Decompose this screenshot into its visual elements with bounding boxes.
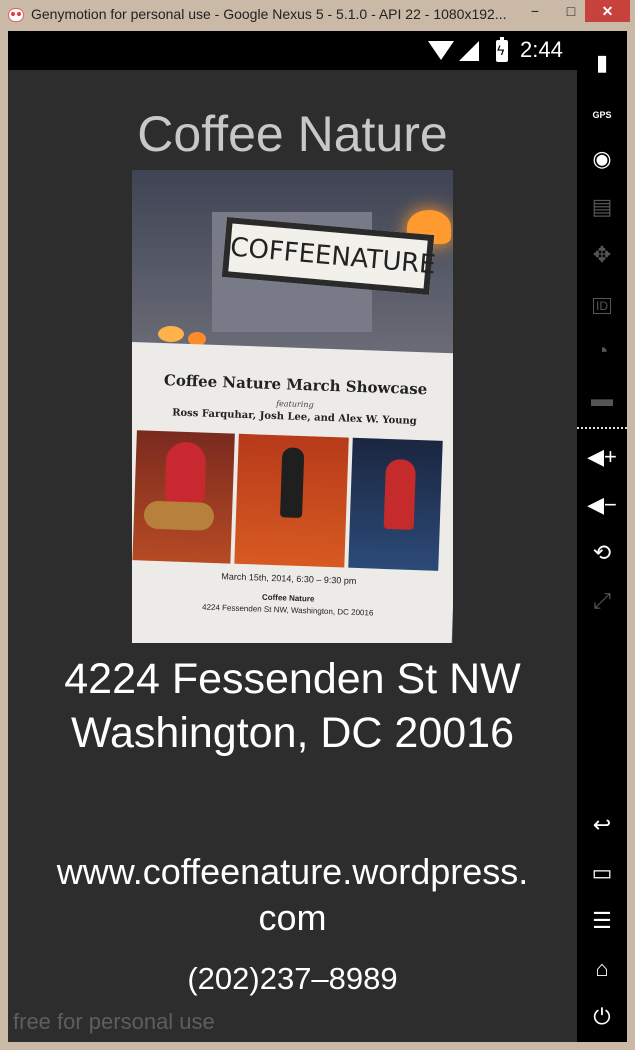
page-title: Coffee Nature (137, 106, 448, 162)
flyer-photo (234, 433, 349, 568)
close-button[interactable]: ✕ (585, 0, 630, 22)
performer-figure (279, 447, 305, 519)
flyer-date: March 15th, 2014, 6:30 – 9:30 pm (221, 571, 357, 586)
back-icon[interactable]: ↩ (577, 805, 627, 845)
window-frame-left (0, 31, 8, 1050)
flyer-photo (132, 430, 235, 564)
android-status-bar: 2:44 (8, 31, 577, 70)
id-icon[interactable]: ID (577, 283, 627, 323)
cell-signal-icon (459, 41, 479, 61)
status-clock: 2:44 (520, 37, 563, 62)
rss-icon[interactable]: ◔ (577, 331, 627, 371)
device-screen: 2:44 Coffee Nature COFFEENATURE Coffee N… (8, 31, 577, 1042)
volume-down-icon[interactable]: ◀− (577, 485, 627, 525)
id-label: ID (593, 298, 611, 314)
media-icon[interactable]: ▤ (577, 187, 627, 227)
address-line-2: Washington, DC 20016 (71, 709, 514, 757)
recent-apps-icon[interactable]: ▭ (577, 853, 627, 893)
performer-figure (164, 441, 207, 503)
poster-image: COFFEENATURE Coffee Nature March Showcas… (132, 170, 453, 643)
window-frame-right (627, 31, 635, 1050)
performer-figure (383, 458, 417, 530)
dpad-icon[interactable]: ✥ (577, 235, 627, 275)
poster-flyer: Coffee Nature March Showcase featuring R… (132, 342, 453, 643)
window-frame-bottom (0, 1042, 635, 1050)
battery-charging-icon (496, 37, 508, 62)
gps-icon[interactable]: GPS (577, 91, 627, 131)
gps-label: GPS (592, 110, 612, 120)
emulator-sidebar: ▮ GPS ◉ ▤ ✥ ID ◔ ▬ ◀+ ◀− ⟲ ⤢ ↩ ▭ ☰ ⌂ ⏻ (577, 31, 627, 1042)
volume-up-icon[interactable]: ◀+ (577, 437, 627, 477)
battery-icon[interactable]: ▮ (577, 43, 627, 83)
watermark: free for personal use (13, 1009, 215, 1034)
genymotion-icon (8, 8, 24, 22)
window-title: Genymotion for personal use - Google Nex… (31, 6, 507, 22)
power-icon[interactable]: ⏻ (577, 997, 627, 1037)
menu-icon[interactable]: ☰ (577, 901, 627, 941)
sidebar-divider (577, 427, 627, 429)
window-titlebar: Genymotion for personal use - Google Nex… (0, 0, 635, 31)
phone-number[interactable]: (202)237–8989 (8, 961, 577, 997)
wifi-icon (428, 41, 454, 60)
guitar-figure (143, 500, 215, 531)
camera-icon[interactable]: ◉ (577, 139, 627, 179)
rotate-icon[interactable]: ⟲ (577, 533, 627, 573)
scale-icon[interactable]: ⤢ (577, 581, 627, 621)
address-line-1: 4224 Fessenden St NW (64, 655, 521, 703)
maximize-button[interactable]: □ (556, 0, 586, 22)
flyer-photo (348, 437, 443, 571)
home-icon[interactable]: ⌂ (577, 949, 627, 989)
minimize-button[interactable]: − (520, 0, 550, 22)
sms-icon[interactable]: ▬ (577, 379, 627, 419)
website-link[interactable]: www.coffeenature.wordpress.com (48, 849, 537, 941)
poster-light (158, 326, 184, 342)
